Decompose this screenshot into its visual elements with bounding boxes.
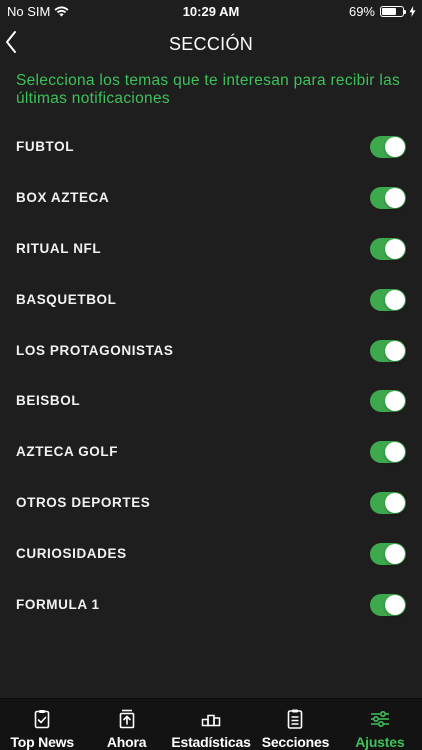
topic-row-fubtol: FUBTOL bbox=[0, 121, 422, 172]
topic-label: BOX AZTECA bbox=[16, 189, 110, 205]
topic-toggle-basquetbol[interactable] bbox=[370, 288, 406, 311]
toggle-knob bbox=[385, 493, 405, 514]
topic-row-azteca-golf: AZTECA GOLF bbox=[0, 426, 422, 477]
battery-fill bbox=[382, 8, 396, 15]
topic-label: LOS PROTAGONISTAS bbox=[16, 342, 174, 358]
tab-ahora[interactable]: Ahora bbox=[84, 699, 168, 750]
topic-toggle-fubtol[interactable] bbox=[370, 136, 406, 158]
topic-toggle-ritual-nfl[interactable] bbox=[370, 237, 406, 260]
topic-toggle-azteca-golf[interactable] bbox=[370, 441, 406, 464]
tab-label: Secciones bbox=[261, 734, 330, 750]
toggle-knob bbox=[385, 340, 405, 361]
intro-text: Selecciona los temas que te interesan pa… bbox=[16, 72, 401, 107]
tab-estadisticas[interactable]: Estadísticas bbox=[169, 699, 253, 750]
topic-row-ritual-nfl: RITUAL NFL bbox=[0, 223, 422, 274]
topic-label: RITUAL NFL bbox=[16, 240, 102, 256]
battery-percent: 69% bbox=[348, 4, 375, 19]
topic-label: FORMULA 1 bbox=[16, 597, 100, 613]
tab-label: Top News bbox=[10, 734, 74, 750]
tab-label: Ahora bbox=[106, 734, 147, 750]
charging-bolt-icon bbox=[409, 6, 416, 17]
topic-row-basquetbol: BASQUETBOL bbox=[0, 274, 422, 325]
topic-label: FUBTOL bbox=[16, 139, 75, 154]
list-document-icon bbox=[288, 709, 303, 729]
topic-toggle-otros-deportes[interactable] bbox=[370, 492, 406, 515]
topic-label: BEISBOL bbox=[16, 393, 81, 409]
topic-label: AZTECA GOLF bbox=[16, 444, 119, 460]
toggle-knob bbox=[385, 137, 405, 157]
status-bar: No SIM 10:29 AM 69% bbox=[0, 0, 422, 22]
toggle-knob bbox=[385, 442, 405, 463]
topic-toggle-formula-1[interactable] bbox=[370, 594, 406, 617]
tab-bar: Top News Ahora Estadísticas Secciones Aj… bbox=[0, 698, 422, 750]
tab-label: Ajustes bbox=[355, 734, 405, 750]
topic-row-otros-deportes: OTROS DEPORTES bbox=[0, 477, 422, 528]
topic-toggle-beisbol[interactable] bbox=[370, 390, 406, 413]
tab-ajustes[interactable]: Ajustes bbox=[338, 699, 422, 750]
status-right: 69% bbox=[349, 4, 416, 19]
toggle-knob bbox=[385, 238, 405, 259]
page-title: SECCIÓN bbox=[168, 34, 254, 54]
topic-label: CURIOSIDADES bbox=[16, 546, 127, 562]
clipboard-check-icon bbox=[34, 710, 50, 729]
upload-box-icon bbox=[119, 709, 134, 729]
toggle-knob bbox=[385, 391, 405, 412]
topic-row-box-azteca: BOX AZTECA bbox=[0, 172, 422, 223]
topic-list: FUBTOL BOX AZTECA RITUAL NFL BASQUETBOL … bbox=[0, 121, 422, 630]
toggle-knob bbox=[385, 289, 405, 310]
podium-icon bbox=[201, 714, 221, 727]
toggle-knob bbox=[385, 595, 405, 616]
topic-label: BASQUETBOL bbox=[16, 291, 117, 307]
topic-row-formula-1: FORMULA 1 bbox=[0, 579, 422, 630]
tab-secciones[interactable]: Secciones bbox=[253, 699, 337, 750]
topic-row-beisbol: BEISBOL bbox=[0, 375, 422, 426]
topic-label: OTROS DEPORTES bbox=[16, 495, 151, 511]
toggle-knob bbox=[385, 544, 405, 565]
topic-toggle-box-azteca[interactable] bbox=[370, 186, 406, 209]
sliders-icon bbox=[370, 710, 389, 728]
topic-toggle-los-protagonistas[interactable] bbox=[370, 339, 406, 362]
nav-header: SECCIÓN bbox=[0, 24, 422, 64]
battery-icon bbox=[380, 6, 406, 17]
topic-toggle-curiosidades[interactable] bbox=[370, 543, 406, 566]
toggle-knob bbox=[385, 187, 405, 208]
tab-label: Estadísticas bbox=[171, 734, 251, 750]
topic-row-los-protagonistas: LOS PROTAGONISTAS bbox=[0, 325, 422, 376]
tab-top-news[interactable]: Top News bbox=[0, 699, 84, 750]
topic-row-curiosidades: CURIOSIDADES bbox=[0, 528, 422, 579]
